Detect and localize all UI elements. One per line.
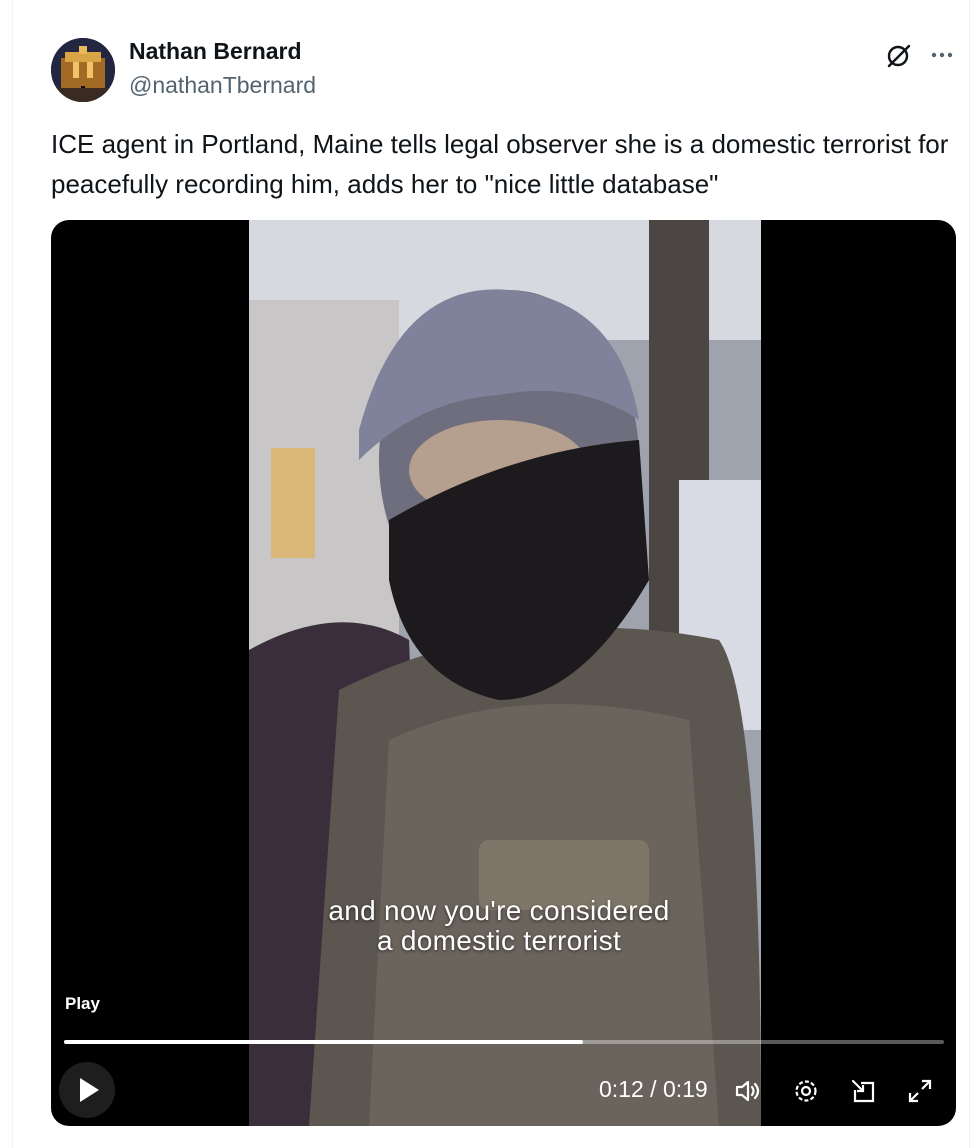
more-options-icon[interactable] [927,40,957,70]
volume-icon[interactable] [731,1074,765,1108]
play-button[interactable] [59,1062,115,1118]
author-name[interactable]: Nathan Bernard [129,38,302,65]
tweet-text: ICE agent in Portland, Maine tells legal… [51,129,949,199]
grok-icon[interactable] [883,40,913,70]
progress-fill [64,1040,584,1044]
time-display: 0:12 / 0:19 [599,1076,708,1103]
duration: 0:19 [662,1076,708,1102]
play-icon [80,1078,99,1102]
video-player[interactable]: and now you're considered a domestic ter… [51,220,956,1126]
avatar-image [51,38,115,102]
caption-line: a domestic terrorist [376,925,622,956]
settings-icon[interactable] [789,1074,823,1108]
fullscreen-icon[interactable] [903,1074,937,1108]
time-separator: / [650,1076,657,1102]
caption-line: and now you're considered [328,895,670,926]
play-label: Play [65,994,100,1013]
author-handle[interactable]: @nathanTbernard [129,72,316,99]
progress-bar[interactable] [64,1040,944,1044]
avatar[interactable] [51,38,115,102]
current-time: 0:12 [599,1076,644,1102]
video-caption: and now you're considered a domestic ter… [249,896,749,956]
pip-icon[interactable] [847,1074,881,1108]
video-frame [249,220,761,1126]
tweet-card: Nathan Bernard @nathanTbernard ICE agent… [12,0,970,1148]
